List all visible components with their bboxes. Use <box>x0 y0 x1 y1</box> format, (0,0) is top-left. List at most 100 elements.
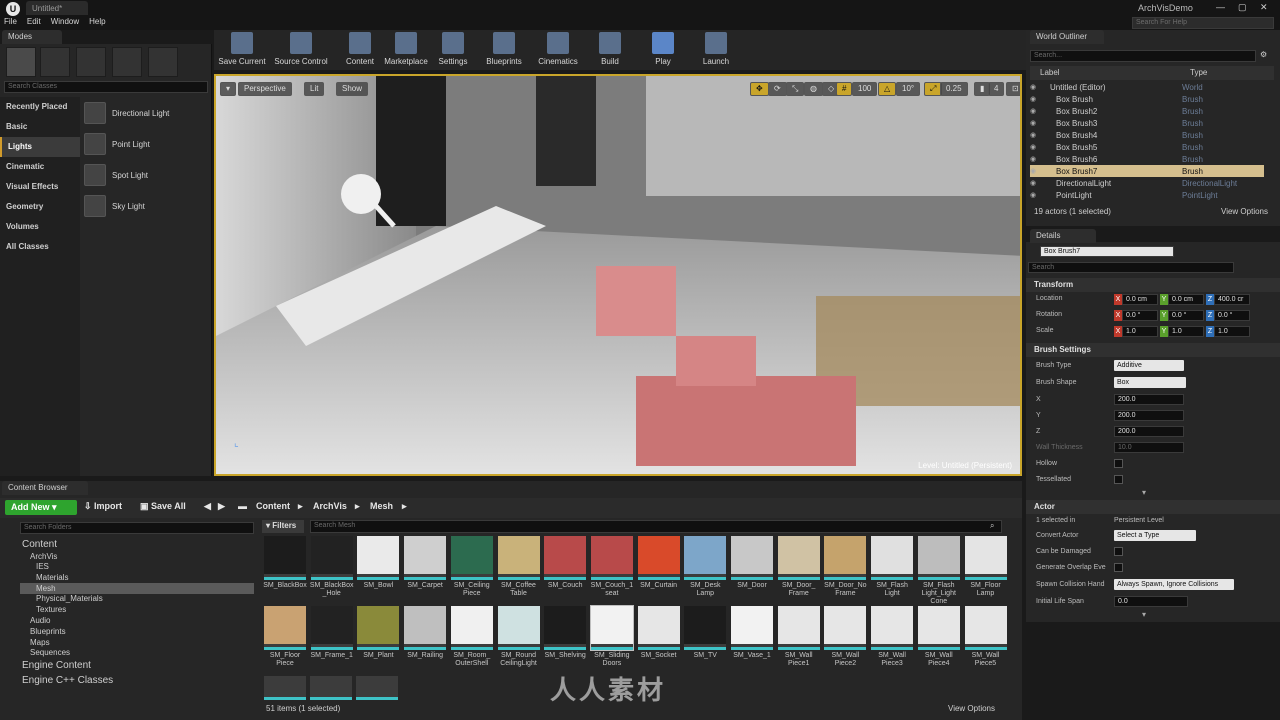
asset-tile[interactable] <box>357 606 400 650</box>
visibility-eye-icon[interactable]: ◉ <box>1030 155 1042 163</box>
hollow-checkbox[interactable] <box>1114 459 1123 468</box>
maximize-icon[interactable]: ▢ <box>1238 2 1247 13</box>
breadcrumb-mesh[interactable]: Mesh <box>370 501 393 511</box>
transform-section[interactable]: Transform <box>1026 278 1280 292</box>
scale-icon[interactable]: ⤡ <box>786 82 805 96</box>
brush-type-dropdown[interactable]: Additive <box>1114 360 1184 371</box>
tree-archvis[interactable]: ArchVis <box>30 552 57 561</box>
overlap-events-checkbox[interactable] <box>1114 563 1123 572</box>
category-lights[interactable]: Lights <box>0 137 80 157</box>
asset-tile[interactable] <box>871 536 914 580</box>
details-search-input[interactable]: Search <box>1028 262 1234 273</box>
asset-tile[interactable] <box>497 536 540 580</box>
build-button[interactable]: Build <box>596 32 624 70</box>
tree-ies[interactable]: IES <box>36 562 49 571</box>
asset-tile[interactable] <box>777 606 820 650</box>
visibility-eye-icon[interactable]: ◉ <box>1030 143 1042 151</box>
outliner-col-label[interactable]: Label <box>1040 68 1190 78</box>
location-z-field[interactable]: 400.0 cr <box>1214 294 1250 305</box>
actor-expand-icon[interactable]: ▾ <box>1142 610 1146 619</box>
light-item-spot[interactable]: Spot Light <box>84 161 208 189</box>
scale-y-field[interactable]: 1.0 <box>1168 326 1204 337</box>
asset-tile[interactable] <box>731 536 773 580</box>
light-item-point[interactable]: Point Light <box>84 130 208 158</box>
can-be-damaged-checkbox[interactable] <box>1114 547 1123 556</box>
brush-shape-dropdown[interactable]: Box <box>1114 377 1186 388</box>
visibility-eye-icon[interactable]: ◉ <box>1030 83 1042 91</box>
outliner-row[interactable]: ◉ PointLight PointLight <box>1030 189 1264 201</box>
menu-help[interactable]: Help <box>89 17 105 29</box>
brush-y-field[interactable]: 200.0 <box>1114 410 1184 421</box>
viewport-options-icon[interactable]: ▾ <box>220 82 237 96</box>
asset-tile[interactable] <box>684 606 727 650</box>
brush-settings-section[interactable]: Brush Settings <box>1026 343 1280 357</box>
visibility-eye-icon[interactable]: ◉ <box>1030 191 1042 199</box>
asset-tile[interactable] <box>264 606 306 650</box>
camera-speed-value[interactable]: 4 <box>988 82 1005 96</box>
launch-button[interactable]: Launch <box>700 32 732 70</box>
rotation-z-field[interactable]: 0.0 ° <box>1214 310 1250 321</box>
cinematics-button[interactable]: Cinematics <box>536 32 580 70</box>
world-outliner-tab[interactable]: World Outliner <box>1030 30 1104 44</box>
marketplace-button[interactable]: Marketplace <box>382 32 430 70</box>
menu-edit[interactable]: Edit <box>27 17 41 29</box>
convert-actor-dropdown[interactable]: Select a Type <box>1114 530 1196 541</box>
location-label[interactable]: Location <box>1036 295 1062 302</box>
asset-tile-partial[interactable] <box>310 676 352 700</box>
scale-snap-value[interactable]: 0.25 <box>940 82 968 96</box>
asset-tile-partial[interactable] <box>356 676 398 700</box>
add-new-button[interactable]: Add New ▾ <box>5 500 77 515</box>
category-cinematic[interactable]: Cinematic <box>0 157 80 177</box>
rotation-y-field[interactable]: 0.0 ° <box>1168 310 1204 321</box>
geometry-mode-icon[interactable] <box>148 47 178 77</box>
outliner-row[interactable]: ◉ Box Brush Brush <box>1030 93 1264 105</box>
level-viewport[interactable]: ▾ Perspective Lit Show ✥ ⟳ ⤡ ◍ ◇ # 100 △… <box>214 74 1022 476</box>
grid-snap-value[interactable]: 100 <box>852 82 878 96</box>
details-tab[interactable]: Details <box>1030 229 1096 243</box>
category-volumes[interactable]: Volumes <box>0 217 80 237</box>
tree-engine-cpp-classes[interactable]: Engine C++ Classes <box>22 675 113 686</box>
import-button[interactable]: ⇩ Import <box>84 501 122 512</box>
show-button[interactable]: Show <box>336 82 369 96</box>
outliner-row[interactable]: ◉ Untitled (Editor) World <box>1030 81 1264 93</box>
visibility-eye-icon[interactable]: ◉ <box>1030 131 1042 139</box>
asset-tile[interactable] <box>450 536 493 580</box>
outliner-settings-icon[interactable]: ⚙ <box>1260 50 1267 59</box>
brush-x-field[interactable]: 200.0 <box>1114 394 1184 405</box>
tessellated-checkbox[interactable] <box>1114 475 1123 484</box>
menu-window[interactable]: Window <box>51 17 79 29</box>
outliner-row[interactable]: ◉ Box Brush4 Brush <box>1030 129 1264 141</box>
outliner-row[interactable]: ◉ Box Brush5 Brush <box>1030 141 1264 153</box>
visibility-eye-icon[interactable]: ◉ <box>1030 119 1042 127</box>
world-local-icon[interactable]: ◍ <box>804 82 823 96</box>
outliner-row[interactable]: ◉ Box Brush6 Brush <box>1030 153 1264 165</box>
asset-tile[interactable] <box>917 606 960 650</box>
settings-button[interactable]: Settings <box>436 32 470 70</box>
asset-tile[interactable] <box>544 536 587 580</box>
asset-tile[interactable] <box>450 606 493 650</box>
visibility-eye-icon[interactable]: ◉ <box>1030 167 1042 175</box>
source-control-button[interactable]: Source Control <box>272 32 330 70</box>
rotation-x-field[interactable]: 0.0 ° <box>1122 310 1158 321</box>
place-mode-icon[interactable] <box>6 47 36 77</box>
search-help-input[interactable]: Search For Help <box>1132 17 1274 29</box>
rotation-snap-icon[interactable]: △ <box>878 82 897 96</box>
asset-tile[interactable] <box>684 536 727 580</box>
nav-back-icon[interactable]: ◀ <box>204 501 211 512</box>
spawn-collision-dropdown[interactable]: Always Spawn, Ignore Collisions <box>1114 579 1234 590</box>
asset-tile[interactable] <box>731 606 773 650</box>
outliner-row[interactable]: ◉ Box Brush2 Brush <box>1030 105 1264 117</box>
paint-mode-icon[interactable] <box>40 47 70 77</box>
light-item-directional[interactable]: Directional Light <box>84 99 208 127</box>
save-current-button[interactable]: Save Current <box>218 32 266 70</box>
outliner-search-input[interactable]: Search... <box>1030 50 1256 62</box>
tree-engine-content[interactable]: Engine Content <box>22 660 91 671</box>
scale-label[interactable]: Scale <box>1036 327 1054 334</box>
breadcrumb-archvis[interactable]: ArchVis <box>313 501 347 511</box>
translate-icon[interactable]: ✥ <box>750 82 769 96</box>
asset-tile[interactable] <box>917 536 960 580</box>
asset-tile-partial[interactable] <box>264 676 306 700</box>
asset-tile[interactable] <box>357 536 400 580</box>
asset-tile[interactable] <box>777 536 820 580</box>
asset-tile[interactable] <box>637 536 680 580</box>
